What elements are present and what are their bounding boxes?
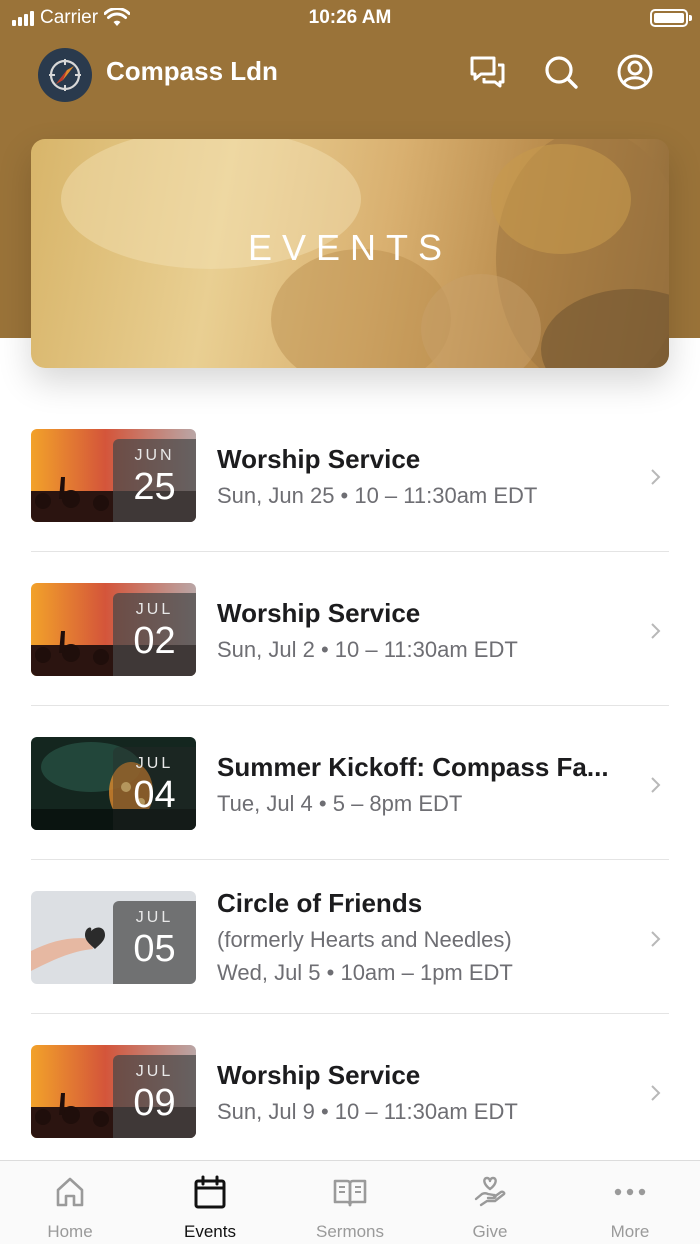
date-badge: JUN 25 [113,439,196,522]
event-month: JUL [135,755,174,772]
tab-label: More [610,1222,650,1241]
status-bar: Carrier 10:26 AM [0,0,700,36]
more-icon [614,1188,646,1196]
tab-label: Home [47,1222,93,1241]
event-datetime: Tue, Jul 4 • 5 – 8pm EDT [217,791,463,816]
book-icon [333,1179,367,1207]
profile-icon[interactable] [615,52,655,92]
tab-label: Events [184,1222,236,1241]
hero-title: EVENTS [247,227,453,268]
event-thumbnail: JUL 05 [31,891,196,984]
tab-label: Give [472,1222,508,1241]
tab-home[interactable]: Home [0,1161,140,1244]
status-time: 10:26 AM [308,7,392,28]
event-thumbnail: JUL 09 [31,1045,196,1138]
event-day: 02 [133,620,176,662]
event-item[interactable]: JUL 05 Circle of Friends (formerly Heart… [0,860,700,1014]
chat-icon[interactable] [467,52,507,92]
event-day: 05 [133,928,176,970]
give-icon [474,1176,506,1207]
search-icon[interactable] [541,52,581,92]
tab-label: Sermons [315,1222,385,1241]
calendar-icon [194,1175,226,1209]
compass-logo-icon [49,59,81,91]
date-badge: JUL 04 [113,747,196,830]
chevron-right-icon [651,623,661,639]
event-item[interactable]: JUL 02 Worship Service Sun, Jul 2 • 10 –… [0,552,700,706]
event-datetime: Sun, Jun 25 • 10 – 11:30am EDT [217,483,538,508]
tab-sermons[interactable]: Sermons [280,1161,420,1244]
event-thumbnail: JUL 02 [31,583,196,676]
event-subtitle: (formerly Hearts and Needles) [217,927,512,952]
event-thumbnail: JUN 25 [31,429,196,522]
event-datetime: Sun, Jul 2 • 10 – 11:30am EDT [217,637,518,662]
event-title: Worship Service [217,444,421,474]
event-thumbnail: JUL 04 [31,737,196,830]
event-month: JUN [134,447,175,464]
event-day: 25 [133,466,176,508]
tab-events[interactable]: Events [140,1161,280,1244]
home-icon [56,1177,84,1207]
tab-more[interactable]: More [560,1161,700,1244]
chevron-right-icon [651,777,661,793]
tab-bar: Home Events Sermons Give More [0,1160,700,1244]
event-title: Worship Service [217,598,421,628]
event-month: JUL [135,601,174,618]
tab-give[interactable]: Give [420,1161,560,1244]
event-item[interactable]: JUL 09 Worship Service Sun, Jul 9 • 10 –… [0,1014,700,1168]
app-title: Compass Ldn [106,56,278,86]
date-badge: JUL 02 [113,593,196,676]
chevron-right-icon [651,1085,661,1101]
event-title: Circle of Friends [217,888,423,918]
event-item[interactable]: JUN 25 Worship Service Sun, Jun 25 • 10 … [0,398,700,552]
event-month: JUL [135,1063,174,1080]
event-item[interactable]: JUL 04 Summer Kickoff: Compass Fa... Tue… [0,706,700,860]
event-datetime: Wed, Jul 5 • 10am – 1pm EDT [217,960,513,985]
event-day: 04 [133,774,176,816]
app-logo[interactable] [38,48,92,102]
app-header: Compass Ldn [0,44,700,102]
events-hero-banner: EVENTS [31,139,669,368]
event-title: Summer Kickoff: Compass Fa... [217,752,609,782]
event-title: Worship Service [217,1060,421,1090]
event-day: 09 [133,1082,176,1124]
event-month: JUL [135,909,174,926]
battery-icon [650,9,692,27]
event-datetime: Sun, Jul 9 • 10 – 11:30am EDT [217,1099,518,1124]
chevron-right-icon [651,469,661,485]
date-badge: JUL 05 [113,901,196,984]
chevron-right-icon [651,931,661,947]
date-badge: JUL 09 [113,1055,196,1138]
